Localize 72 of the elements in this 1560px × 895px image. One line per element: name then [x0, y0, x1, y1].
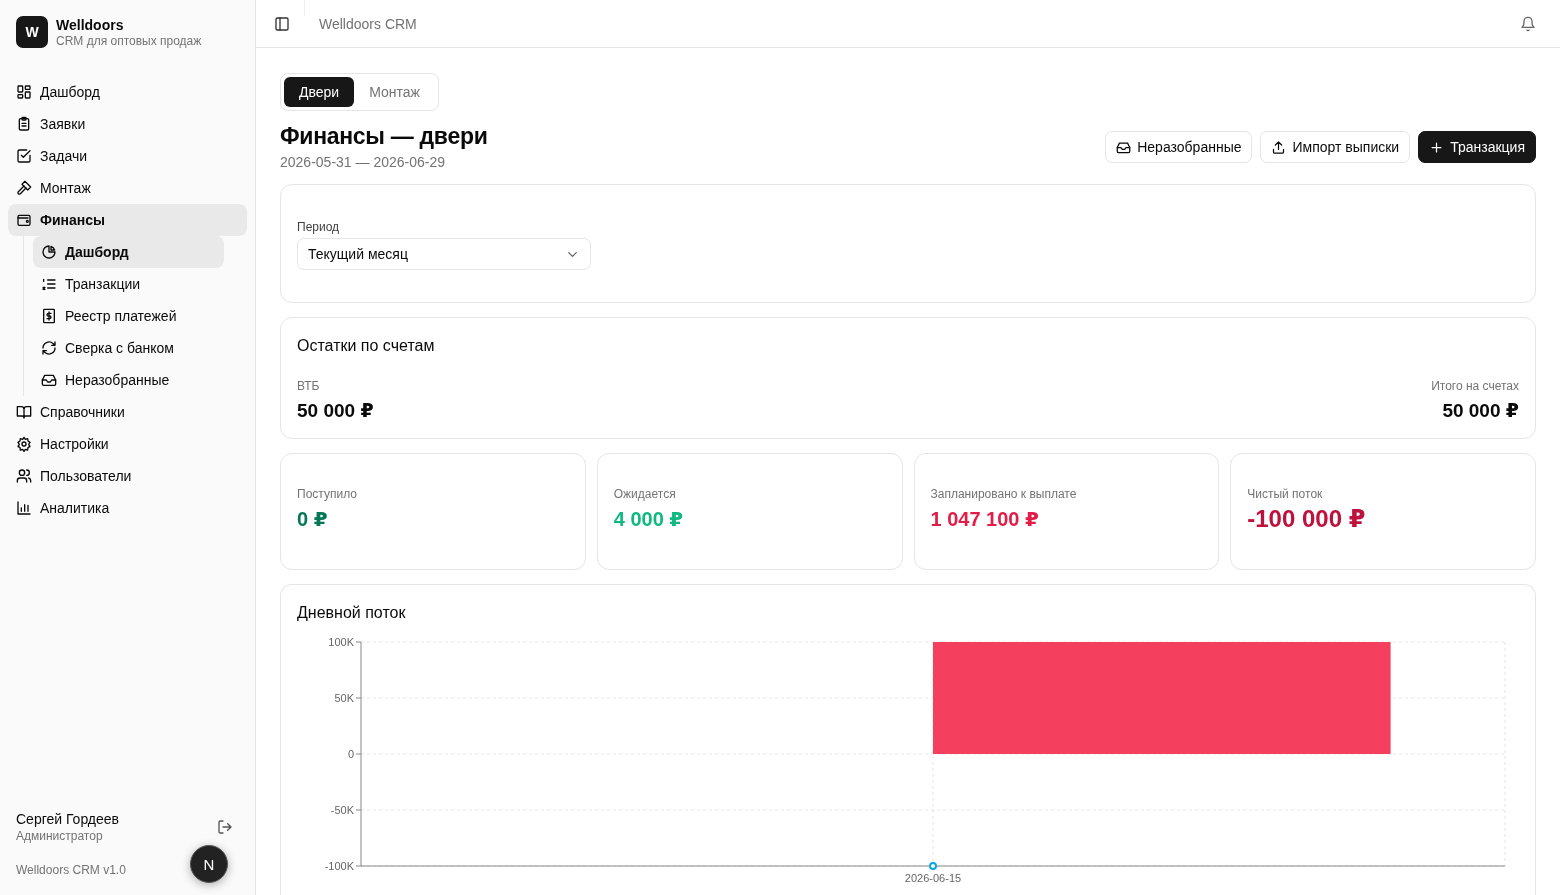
- notifications-icon[interactable]: [1520, 15, 1536, 32]
- account-name: ВТБ: [297, 379, 321, 393]
- y-tick-label: 0: [347, 748, 354, 760]
- nav-item[interactable]: Монтаж: [8, 172, 247, 204]
- stat-value: 0 ₽: [297, 507, 329, 531]
- bar-chart-icon: [16, 500, 32, 516]
- x-tick-label: 2026-06-15: [904, 872, 962, 884]
- action-button[interactable]: Неразобранные: [1105, 131, 1253, 163]
- receipt-icon: [41, 308, 57, 324]
- pie-chart-icon: [41, 244, 57, 260]
- stat-label: Поступило: [297, 487, 358, 501]
- checkbox-icon: [16, 148, 32, 164]
- plus-icon: [1429, 139, 1445, 155]
- period-select[interactable]: Текущий месяц: [297, 238, 591, 270]
- numbered-list-icon: [41, 276, 57, 292]
- upload-icon: [1271, 139, 1287, 155]
- stat-value: 1 047 100 ₽: [930, 507, 1040, 531]
- inbox-icon: [1116, 139, 1132, 155]
- logo: W: [16, 16, 48, 48]
- nav-item[interactable]: Заявки: [8, 108, 247, 140]
- y-tick-label: 100K: [328, 636, 354, 648]
- nav-subitem[interactable]: Дашборд: [33, 236, 224, 268]
- version-label: Welldoors CRM v1.0: [16, 863, 126, 877]
- user-name: Сергей Гордеев: [16, 811, 120, 827]
- tab[interactable]: Двери: [284, 77, 355, 107]
- nav-item[interactable]: Финансы: [8, 204, 247, 236]
- nav-item[interactable]: Аналитика: [8, 492, 247, 524]
- dashboard-icon: [16, 84, 32, 100]
- y-tick-label: -50K: [330, 804, 354, 816]
- refresh-icon: [41, 340, 57, 356]
- users-icon: [16, 468, 32, 484]
- logout-icon[interactable]: [217, 819, 233, 835]
- hammer-icon: [16, 180, 32, 196]
- nav-item[interactable]: Задачи: [8, 140, 247, 172]
- action-button[interactable]: Импорт выписки: [1260, 131, 1411, 163]
- brand-name: Welldoors: [56, 16, 125, 33]
- sidebar-toggle-icon[interactable]: [274, 15, 290, 32]
- stat-value: 4 000 ₽: [613, 507, 685, 531]
- nav-item[interactable]: Пользователи: [8, 460, 247, 492]
- nav-subitem[interactable]: Транзакции: [33, 268, 224, 300]
- tab[interactable]: Монтаж: [354, 77, 435, 107]
- nav-subitem[interactable]: Сверка с банком: [33, 332, 224, 364]
- book-icon: [16, 404, 32, 420]
- wallet-icon: [16, 212, 32, 228]
- add-transaction-button[interactable]: Транзакция: [1418, 131, 1536, 163]
- stat-label: Запланировано к выплате: [930, 487, 1078, 501]
- nav-item[interactable]: Настройки: [8, 428, 247, 460]
- user-role: Администратор: [16, 829, 104, 843]
- total-label: Итого на счетах: [1431, 379, 1519, 393]
- stat-value: -100 000 ₽: [1247, 505, 1367, 533]
- y-tick-label: -100K: [324, 860, 354, 872]
- nav-subitem[interactable]: Неразобранные: [33, 364, 224, 396]
- active-point-marker: [929, 862, 937, 870]
- nav-subitem[interactable]: Реестр платежей: [33, 300, 224, 332]
- dev-badge[interactable]: N: [190, 845, 228, 883]
- brand-subtitle: CRM для оптовых продаж: [56, 33, 202, 48]
- card-title: Дневной поток: [297, 604, 407, 622]
- nav-item[interactable]: Справочники: [8, 396, 247, 428]
- nav-item[interactable]: Дашборд: [8, 76, 247, 108]
- page-title: Финансы — двери: [280, 123, 488, 150]
- total-balance: 50 000 ₽: [1441, 399, 1519, 422]
- stat-label: Чистый поток: [1247, 487, 1324, 501]
- clipboard-icon: [16, 116, 32, 132]
- account-balance: 50 000 ₽: [297, 399, 374, 422]
- y-tick-label: 50K: [334, 692, 354, 704]
- inbox-icon: [41, 372, 57, 388]
- stat-label: Ожидается: [613, 487, 677, 501]
- date-range: 2026-05-31 — 2026-06-29: [280, 154, 446, 170]
- header-title: Welldoors CRM: [319, 15, 417, 32]
- field-label: Период: [297, 220, 341, 234]
- card-title: Остатки по счетам: [297, 337, 436, 355]
- settings-icon: [16, 436, 32, 452]
